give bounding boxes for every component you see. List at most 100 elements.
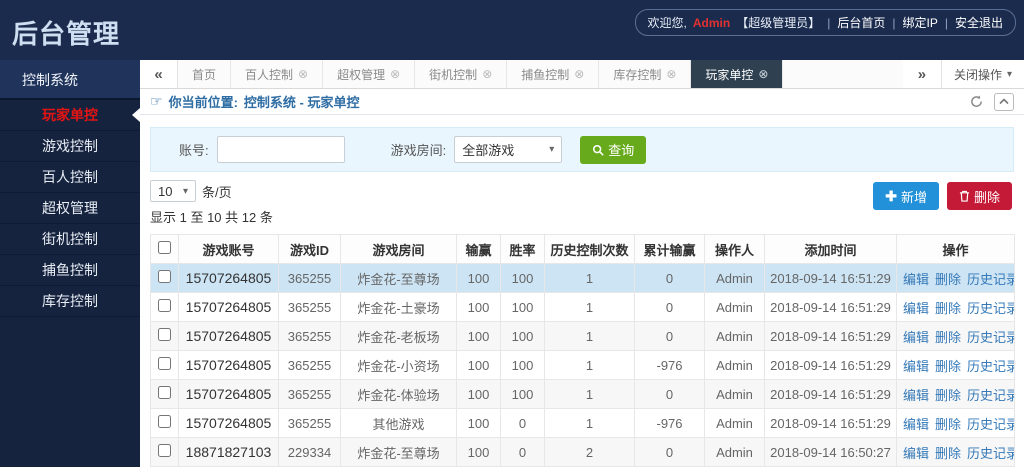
history-link[interactable]: 历史记录 bbox=[967, 359, 1014, 374]
welcome-text: 欢迎您, bbox=[648, 14, 687, 31]
cell-game-id: 365255 bbox=[279, 409, 341, 438]
close-operations-dropdown[interactable]: 关闭操作 ▾ bbox=[941, 60, 1024, 88]
cell-room: 炸金花-土豪场 bbox=[341, 293, 457, 322]
top-header: 后台管理 欢迎您, Admin 【超级管理员】 | 后台首页 | 绑定IP | … bbox=[0, 0, 1024, 60]
delete-link[interactable]: 删除 bbox=[935, 272, 961, 287]
col-header: 添加时间 bbox=[765, 235, 897, 264]
select-all-checkbox[interactable] bbox=[158, 241, 171, 254]
row-checkbox[interactable] bbox=[158, 386, 171, 399]
cell-account: 15707264805 bbox=[179, 409, 279, 438]
edit-link[interactable]: 编辑 bbox=[903, 301, 929, 316]
user-role: 【超级管理员】 bbox=[736, 14, 820, 31]
cell-win: 100 bbox=[457, 264, 501, 293]
edit-link[interactable]: 编辑 bbox=[903, 359, 929, 374]
tab-close-icon[interactable]: ⊗ bbox=[666, 67, 676, 81]
tab-bairen-control[interactable]: 百人控制⊗ bbox=[231, 60, 323, 88]
cell-time: 2018-09-14 16:51:29 bbox=[765, 409, 897, 438]
delete-link[interactable]: 删除 bbox=[935, 301, 961, 316]
row-checkbox[interactable] bbox=[158, 299, 171, 312]
tabs-scroll-left-icon[interactable]: « bbox=[140, 60, 178, 88]
cell-history: 1 bbox=[545, 409, 635, 438]
sidebar-item-player-control[interactable]: 玩家单控 bbox=[0, 100, 140, 131]
table-row[interactable]: 15707264805365255炸金花-体验场10010010Admin201… bbox=[151, 380, 1015, 409]
sidebar-item-arcade-control[interactable]: 街机控制 bbox=[0, 224, 140, 255]
link-bind-ip[interactable]: 绑定IP bbox=[903, 14, 938, 31]
edit-link[interactable]: 编辑 bbox=[903, 446, 929, 461]
table-row[interactable]: 15707264805365255炸金花-土豪场10010010Admin201… bbox=[151, 293, 1015, 322]
cell-history: 2 bbox=[545, 438, 635, 467]
tab-close-icon[interactable]: ⊗ bbox=[574, 67, 584, 81]
sidebar-item-stock-control[interactable]: 库存控制 bbox=[0, 286, 140, 317]
cell-game-id: 365255 bbox=[279, 322, 341, 351]
row-actions: 编辑删除历史记录 bbox=[897, 409, 1015, 438]
tab-stock-control[interactable]: 库存控制⊗ bbox=[599, 60, 691, 88]
sidebar-item-fishing-control[interactable]: 捕鱼控制 bbox=[0, 255, 140, 286]
search-button[interactable]: 查询 bbox=[580, 136, 646, 164]
row-checkbox[interactable] bbox=[158, 444, 171, 457]
tab-home[interactable]: 首页 bbox=[178, 60, 231, 88]
pointer-hand-icon: ☞ bbox=[150, 93, 163, 110]
table-header-row: 游戏账号 游戏ID 游戏房间 输赢 胜率 历史控制次数 累计输赢 操作人 添加时… bbox=[151, 235, 1015, 264]
tab-close-icon[interactable]: ⊗ bbox=[758, 67, 768, 81]
history-link[interactable]: 历史记录 bbox=[967, 301, 1014, 316]
sidebar-item-game-control[interactable]: 游戏控制 bbox=[0, 131, 140, 162]
tab-close-icon[interactable]: ⊗ bbox=[390, 67, 400, 81]
breadcrumb-bar: ☞ 你当前位置: 控制系统 - 玩家单控 bbox=[140, 89, 1024, 115]
cell-account: 15707264805 bbox=[179, 351, 279, 380]
row-checkbox[interactable] bbox=[158, 328, 171, 341]
history-link[interactable]: 历史记录 bbox=[967, 388, 1014, 403]
table-row[interactable]: 15707264805365255炸金花-老板场10010010Admin201… bbox=[151, 322, 1015, 351]
table-row[interactable]: 18871827103229334炸金花-至尊场100020Admin2018-… bbox=[151, 438, 1015, 467]
table-row[interactable]: 15707264805365255其他游戏10001-976Admin2018-… bbox=[151, 409, 1015, 438]
tabs-scroll-right-icon[interactable]: » bbox=[903, 60, 941, 88]
sidebar-item-super-manage[interactable]: 超权管理 bbox=[0, 193, 140, 224]
cell-account: 15707264805 bbox=[179, 293, 279, 322]
link-logout[interactable]: 安全退出 bbox=[955, 14, 1003, 31]
table-row[interactable]: 15707264805365255炸金花-至尊场10010010Admin201… bbox=[151, 264, 1015, 293]
history-link[interactable]: 历史记录 bbox=[967, 417, 1014, 432]
row-checkbox-cell bbox=[151, 438, 179, 467]
history-link[interactable]: 历史记录 bbox=[967, 330, 1014, 345]
cell-history: 1 bbox=[545, 322, 635, 351]
cell-game-id: 365255 bbox=[279, 380, 341, 409]
search-icon bbox=[592, 144, 604, 156]
cell-rate: 100 bbox=[501, 380, 545, 409]
collapse-panel-icon[interactable] bbox=[994, 93, 1014, 111]
add-button[interactable]: ✚ 新增 bbox=[873, 182, 939, 210]
delete-link[interactable]: 删除 bbox=[935, 446, 961, 461]
col-header: 操作人 bbox=[705, 235, 765, 264]
delete-link[interactable]: 删除 bbox=[935, 388, 961, 403]
cell-time: 2018-09-14 16:51:29 bbox=[765, 380, 897, 409]
delete-link[interactable]: 删除 bbox=[935, 417, 961, 432]
tab-fishing-control[interactable]: 捕鱼控制⊗ bbox=[507, 60, 599, 88]
tab-super-manage[interactable]: 超权管理⊗ bbox=[323, 60, 415, 88]
cell-total: 0 bbox=[635, 322, 705, 351]
delete-link[interactable]: 删除 bbox=[935, 330, 961, 345]
cell-win: 100 bbox=[457, 409, 501, 438]
history-link[interactable]: 历史记录 bbox=[967, 272, 1014, 287]
sidebar-item-bairen-control[interactable]: 百人控制 bbox=[0, 162, 140, 193]
edit-link[interactable]: 编辑 bbox=[903, 388, 929, 403]
row-actions: 编辑删除历史记录 bbox=[897, 264, 1015, 293]
edit-link[interactable]: 编辑 bbox=[903, 330, 929, 345]
row-checkbox[interactable] bbox=[158, 415, 171, 428]
edit-link[interactable]: 编辑 bbox=[903, 272, 929, 287]
table-row[interactable]: 15707264805365255炸金花-小资场1001001-976Admin… bbox=[151, 351, 1015, 380]
breadcrumb: ☞ 你当前位置: 控制系统 - 玩家单控 bbox=[150, 92, 359, 111]
cell-operator: Admin bbox=[705, 264, 765, 293]
account-input[interactable] bbox=[217, 136, 345, 163]
delete-link[interactable]: 删除 bbox=[935, 359, 961, 374]
tab-arcade-control[interactable]: 街机控制⊗ bbox=[415, 60, 507, 88]
row-checkbox[interactable] bbox=[158, 270, 171, 283]
tab-close-icon[interactable]: ⊗ bbox=[482, 67, 492, 81]
game-room-select[interactable]: 全部游戏 ▾ bbox=[454, 136, 562, 163]
tab-player-control[interactable]: 玩家单控⊗ bbox=[691, 60, 783, 88]
link-backend-home[interactable]: 后台首页 bbox=[837, 14, 885, 31]
edit-link[interactable]: 编辑 bbox=[903, 417, 929, 432]
delete-button[interactable]: 删除 bbox=[947, 182, 1012, 210]
row-checkbox[interactable] bbox=[158, 357, 171, 370]
history-link[interactable]: 历史记录 bbox=[967, 446, 1014, 461]
refresh-icon[interactable] bbox=[966, 93, 986, 111]
page-size-select[interactable]: 10 ▾ bbox=[150, 180, 196, 202]
tab-close-icon[interactable]: ⊗ bbox=[298, 67, 308, 81]
